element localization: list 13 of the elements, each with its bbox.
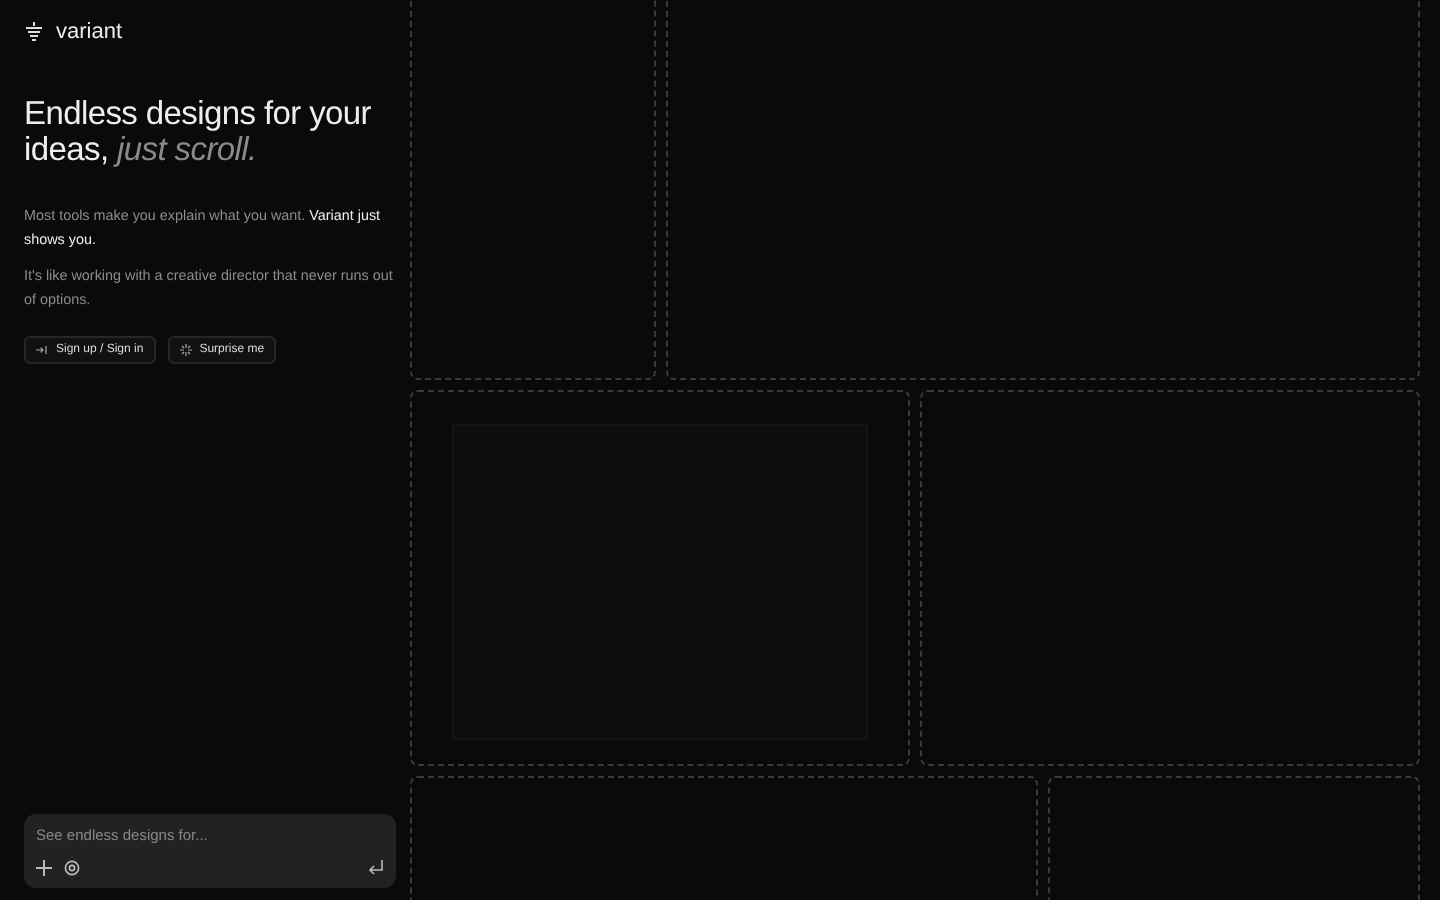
sparkle-icon: [179, 344, 192, 356]
logo-icon: [24, 22, 44, 42]
enter-icon[interactable]: [368, 860, 384, 876]
sign-in-icon: [36, 344, 48, 356]
headline: Endless designs for your ideas, just scroll.: [24, 96, 373, 168]
design-card[interactable]: [665, 0, 1420, 380]
design-card[interactable]: [410, 776, 1038, 900]
plus-icon[interactable]: [36, 860, 52, 876]
brand-name: variant: [56, 20, 123, 44]
design-card[interactable]: [410, 390, 910, 766]
design-card[interactable]: [920, 390, 1420, 766]
design-card[interactable]: [1047, 776, 1420, 900]
design-card[interactable]: [410, 0, 655, 380]
